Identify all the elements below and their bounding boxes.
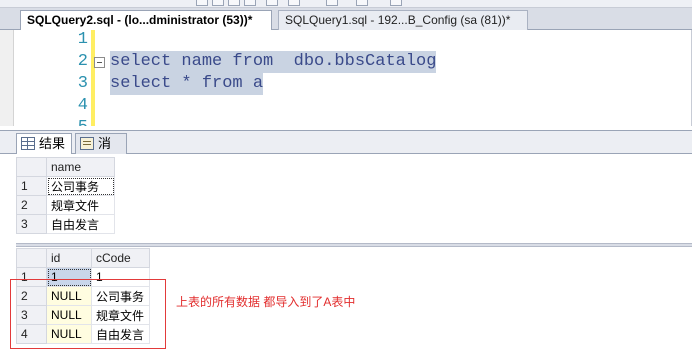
table-row[interactable]: 2 规章文件 [16,195,115,215]
toolbar-button[interactable] [196,0,208,6]
row-header[interactable]: 1 [16,176,47,196]
table-row[interactable]: 1 公司事务 [16,176,115,196]
change-bar [91,30,95,51]
tab-results[interactable]: 结果 [16,133,72,154]
change-bar [91,117,95,126]
grid-splitter[interactable] [16,243,692,247]
document-tab-strip: SQLQuery2.sql - (lo...dministrator (53))… [0,8,692,30]
tab-sqlquery2[interactable]: SQLQuery2.sql - (lo...dministrator (53))… [20,10,272,30]
toolbar-button[interactable] [244,0,256,6]
annotation-note: 上表的所有数据 都导入到了A表中 [176,295,356,309]
tab-messages[interactable]: 消息 [75,133,127,171]
row-header[interactable]: 2 [16,195,47,215]
toolbar-button[interactable] [356,0,368,6]
toolbar-button[interactable] [326,0,338,6]
grid-header-row: id cCode [16,248,150,268]
toolbar-button[interactable] [288,0,300,6]
code-text[interactable]: select * from a [110,73,264,95]
grid-corner[interactable] [16,157,47,177]
code-text[interactable]: select name from dbo.bbsCatalog [110,51,437,73]
grid-cell[interactable]: 自由发言 [46,214,115,234]
line-number: 5 [64,117,88,126]
toolbar-button[interactable] [228,0,240,6]
editor-line[interactable]: 4 [0,95,691,117]
tab-results-label: 结果 [39,136,66,151]
line-number: 3 [77,74,88,93]
line-number: 2 [77,52,88,71]
line-number: 1 [77,30,88,49]
tab-sqlquery1[interactable]: SQLQuery1.sql - 192...B_Config (sa (81))… [278,10,528,30]
toolbar-button[interactable] [266,0,278,6]
column-header[interactable]: id [46,248,92,268]
message-icon [80,137,94,150]
grid-cell[interactable]: 规章文件 [46,195,115,215]
change-bar [91,95,95,117]
collapse-icon[interactable] [94,57,105,68]
grid-corner[interactable] [16,248,47,268]
toolbar [0,0,692,8]
column-header[interactable]: cCode [91,248,150,268]
results-tab-bar: 结果 消息 [0,130,692,171]
result-grid-1: name 1 公司事务 2 规章文件 3 自由发言 [16,157,115,234]
line-number: 4 [77,96,88,115]
query-editor[interactable]: 1 2 select name from dbo.bbsCatalog 3 se… [0,30,692,126]
change-bar [91,73,95,95]
table-row[interactable]: 3 自由发言 [16,214,115,234]
results-pane: name 1 公司事务 2 规章文件 3 自由发言 id cCode 1 1 1… [0,155,692,360]
grid-cell[interactable]: 公司事务 [46,176,115,196]
editor-line[interactable]: 5 [0,117,691,126]
annotation-highlight-box [10,279,166,349]
editor-line[interactable]: 1 [0,30,691,51]
column-header[interactable]: name [46,157,115,177]
toolbar-button[interactable] [212,0,224,6]
grid-header-row: name [16,157,115,177]
editor-line[interactable]: 2 select name from dbo.bbsCatalog [0,51,691,73]
toolbar-dropdown-button[interactable] [390,0,402,6]
grid-icon [21,137,35,150]
editor-line[interactable]: 3 select * from a [0,73,691,95]
row-header[interactable]: 3 [16,214,47,234]
